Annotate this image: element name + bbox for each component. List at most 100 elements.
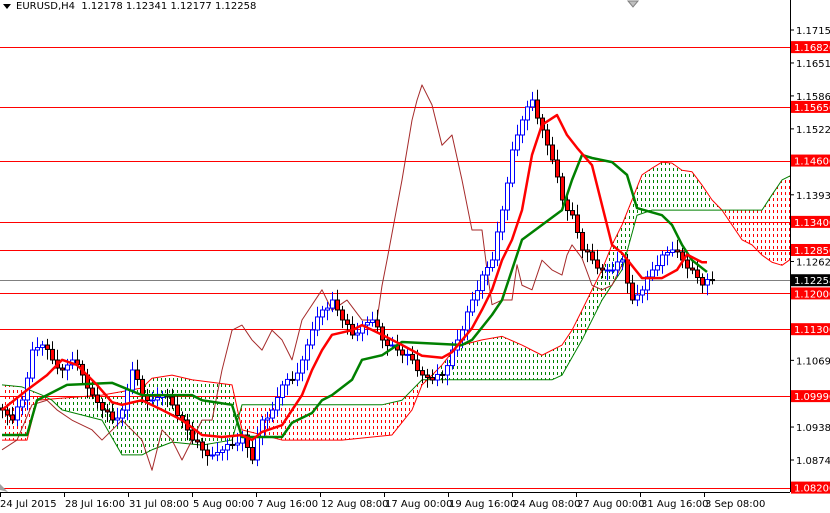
bearish-candle	[570, 202, 575, 220]
cloud-segment-bearish	[352, 404, 355, 440]
cloud-segment-bearish	[334, 404, 337, 441]
cloud-segment-bearish	[357, 404, 360, 439]
bullish-candle	[30, 341, 35, 383]
candle-body	[660, 254, 665, 267]
candle-body	[10, 414, 15, 421]
cloud-segment-bullish	[167, 375, 170, 445]
cloud-segment-bearish	[319, 404, 322, 441]
candle-body	[570, 210, 575, 216]
candle-body	[515, 134, 520, 151]
cloud-segment-bullish	[567, 333, 570, 367]
cloud-segment-bearish	[384, 403, 387, 436]
cloud-segment-bearish	[302, 404, 305, 441]
candle-body	[90, 387, 95, 396]
cloud-segment-bullish	[62, 397, 65, 411]
cloud-segment-bullish	[64, 397, 67, 412]
candle-body	[315, 316, 320, 331]
cloud-segment-bullish	[699, 181, 702, 211]
time-tick-label: 5 Aug 00:00	[193, 499, 254, 510]
cloud-segment-bullish	[482, 339, 485, 380]
cloud-segment-bullish	[497, 336, 500, 380]
candle-body	[475, 290, 480, 301]
cloud-segment-bullish	[534, 351, 537, 380]
cloud-segment-bullish	[472, 341, 475, 380]
cloud-segment-bullish	[82, 396, 85, 416]
candle-body	[45, 344, 50, 350]
candle-body	[130, 369, 135, 391]
cloud-segment-bearish	[332, 404, 335, 441]
bullish-candle	[505, 176, 510, 221]
time-tick-label: 24 Aug 08:00	[513, 499, 580, 510]
candle-body	[685, 259, 690, 269]
price-axis[interactable]: 1.171551.165101.158651.152201.139301.126…	[790, 26, 830, 495]
cloud-segment-bullish	[514, 341, 517, 380]
candle-body	[365, 321, 370, 326]
cloud-segment-bearish	[394, 401, 397, 432]
cloud-segment-bearish	[327, 404, 330, 441]
cloud-segment-bullish	[469, 342, 472, 380]
bullish-candle	[130, 361, 135, 395]
cloud-segment-bearish	[249, 404, 252, 433]
cloud-segment-bearish	[759, 210, 762, 256]
candle-body	[275, 397, 280, 411]
bearish-candle	[550, 136, 555, 165]
price-tick-label: 1.08740	[796, 456, 830, 467]
cloud-segment-bearish	[354, 404, 357, 439]
cloud-segment-bullish	[84, 396, 87, 417]
candle-body	[255, 436, 260, 461]
bullish-candle	[70, 351, 75, 370]
bearish-candle	[545, 123, 550, 156]
cloud-segment-bullish	[487, 338, 490, 380]
bullish-candle	[665, 246, 670, 266]
cloud-segment-bullish	[502, 336, 505, 380]
candle-body	[265, 417, 270, 421]
bearish-candle	[700, 273, 705, 294]
candle-body	[705, 279, 710, 286]
bullish-candle	[490, 251, 495, 272]
cloud-segment-bullish	[562, 341, 565, 376]
cloud-segment-bullish	[77, 396, 80, 415]
cloud-segment-bullish	[559, 345, 562, 377]
bearish-candle	[710, 271, 715, 285]
bearish-candle	[250, 439, 255, 465]
cloud-segment-bullish	[89, 395, 92, 418]
dropdown-triangle-icon[interactable]	[3, 3, 11, 9]
candle-body	[600, 267, 605, 271]
cloud-segment-bearish	[329, 404, 332, 441]
candle-body	[485, 267, 490, 276]
cloud-segment-bearish	[322, 404, 325, 441]
candle-body	[225, 443, 230, 451]
bearish-candle	[675, 239, 680, 259]
chart-shift-marker-icon[interactable]	[626, 0, 640, 8]
candle-body	[330, 299, 335, 309]
candle-body	[155, 397, 160, 401]
cloud-segment-bearish	[747, 210, 750, 244]
cloud-segment-bullish	[154, 377, 157, 449]
cloud-segment-bearish	[742, 210, 745, 242]
cloud-segment-bullish	[152, 377, 155, 450]
cloud-segment-bullish	[539, 353, 542, 380]
cloud-segment-bearish	[399, 400, 402, 426]
cloud-segment-bearish	[397, 400, 400, 429]
cloud-segment-bullish	[537, 352, 540, 380]
cloud-segment-bullish	[224, 383, 227, 442]
cloud-segment-bearish	[359, 404, 362, 439]
cloud-segment-bearish	[387, 403, 390, 436]
bullish-candle	[705, 273, 710, 296]
time-axis[interactable]: 24 Jul 2015 28 Jul 16:00 31 Jul 08:00 5 Aug…	[0, 492, 765, 510]
level-price-label: 1.11300	[794, 325, 830, 336]
bearish-candle	[555, 149, 560, 184]
cloud-segment-bearish	[404, 395, 407, 420]
candle-body	[415, 359, 420, 372]
cloud-segment-bearish	[374, 404, 377, 437]
candle-body	[65, 364, 70, 371]
cloud-segment-bearish	[362, 404, 365, 439]
ohlc-values: 1.12178 1.12341 1.12177 1.12258	[81, 1, 257, 12]
candle-body	[300, 359, 305, 374]
cloud-segment-bullish	[479, 339, 482, 380]
cloud-segment-bearish	[774, 187, 777, 264]
cloud-segment-bearish	[337, 404, 340, 441]
bullish-candle	[635, 284, 640, 307]
price-chart[interactable]: 1.171551.165101.158651.152201.139301.126…	[0, 0, 830, 513]
cloud-segment-bullish	[507, 338, 510, 380]
